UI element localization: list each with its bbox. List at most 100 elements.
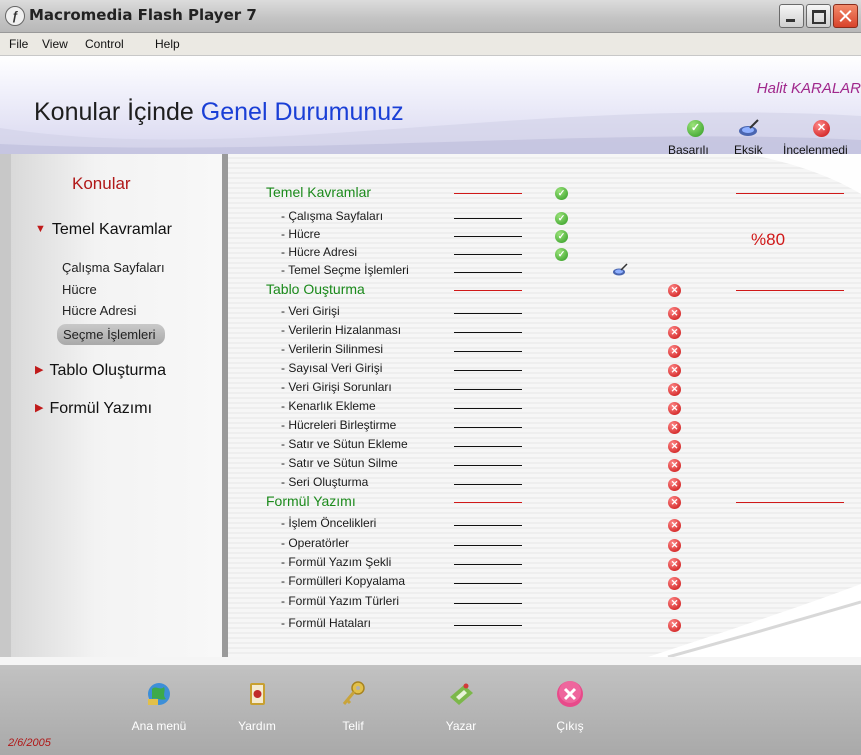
footer-bar: 2/6/2005 Ana menü Yardım Telif Yazar Çık… [0,657,861,755]
topics-sidebar: Konular ▼ Temel Kavramlar Çalışma Sayfala… [11,154,222,657]
topic-item: - Satır ve Sütun Ekleme [281,437,408,451]
topic-item: - Verilerin Hizalanması [281,323,402,337]
menu-bar: File View Control Help [0,33,861,56]
sidebar-item-hucre-adresi[interactable]: Hücre Adresi [62,303,136,318]
topic-line [454,351,522,352]
not-reviewed-status-icon: ✕ [668,440,681,453]
exit-label: Çıkış [556,719,584,733]
topic-item: - Formül Yazım Şekli [281,555,392,569]
not-reviewed-status-icon: ✕ [668,421,681,434]
category-summary-line [736,193,844,194]
sidebar-item-calisma-sayfalari[interactable]: Çalışma Sayfaları [62,260,165,275]
copyright-label: Telif [342,719,364,733]
key-icon [342,681,365,705]
minimize-button[interactable] [779,4,804,28]
success-status-icon: ✓ [555,248,568,261]
topic-line [454,465,522,466]
topic-item: - Verilerin Silinmesi [281,342,384,356]
window-title: Macromedia Flash Player 7 [29,6,257,24]
sidebar-item-secme-islemleri[interactable]: Seçme İşlemleri [57,324,166,345]
footer-strip [0,657,861,665]
not-reviewed-status-icon: ✕ [668,478,681,491]
title-bar[interactable]: ƒ Macromedia Flash Player 7 [0,0,861,33]
help-button[interactable]: Yardım [217,679,297,733]
topic-line [454,446,522,447]
not-reviewed-status-icon: ✕ [668,383,681,396]
author-name: Halit KARALAR [756,80,861,97]
topic-line [454,370,522,371]
author-icon [450,683,473,705]
topic-item: - Hücre Adresi [281,245,358,259]
topic-item: - Formülleri Kopyalama [281,574,406,588]
topic-line [454,254,522,255]
close-window-button[interactable] [833,4,858,28]
completion-percent: %80 [751,230,786,249]
category-summary-line [736,290,844,291]
topic-item: - Formül Yazım Türleri [281,594,400,608]
topic-item: - Operatörler [281,536,350,550]
sidebar-item-hucre[interactable]: Hücre [62,282,97,297]
topic-line [454,218,522,219]
not-reviewed-status-icon: ✕ [668,496,681,509]
author-button[interactable]: Yazar [421,679,501,733]
topic-item: - Hücreleri Birleştirme [281,418,397,432]
topic-line [454,408,522,409]
topic-line [454,603,522,604]
not-reviewed-status-icon: ✕ [668,364,681,377]
menu-help[interactable]: Help [155,37,180,51]
topic-item: - Veri Girişi [281,304,340,318]
exit-icon [557,681,583,707]
topic-line [454,583,522,584]
sidebar-section-temel-kavramlar[interactable]: ▼ Temel Kavramlar [35,221,172,239]
not-reviewed-status-icon: ✕ [668,558,681,571]
category-line [454,290,522,291]
missing-status-icon [613,263,628,276]
collapsed-arrow-icon: ▶ [35,402,44,414]
page-title: Konular İçinde Genel Durumunuz [34,98,404,127]
topic-line [454,484,522,485]
menu-file[interactable]: File [9,37,28,51]
date-label: 2/6/2005 [8,737,51,749]
not-reviewed-status-icon: ✕ [668,597,681,610]
topic-item: - İşlem Öncelikleri [281,516,377,530]
not-reviewed-status-icon: ✕ [668,459,681,472]
topic-item: - Veri Girişi Sorunları [281,380,392,394]
progress-panel: %80 Temel Kavramlar ✓ - Çalışma Sayfaları ✓… [228,154,861,657]
topic-item: - Seri Oluşturma [281,475,369,489]
flash-app-icon: ƒ [5,6,25,26]
main-menu-label: Ana menü [131,719,187,733]
topic-line [454,332,522,333]
page-title-highlight: Genel Durumunuz [200,98,404,126]
not-reviewed-status-icon: ✕ [668,619,681,632]
help-book-icon [250,683,265,705]
category-line [454,193,522,194]
category-heading: Tablo Ouşturma [266,281,365,297]
not-reviewed-status-icon: ✕ [668,307,681,320]
topic-item: - Formül Hataları [281,616,372,630]
author-label: Yazar [445,719,477,733]
topic-line [454,236,522,237]
category-line [454,502,522,503]
not-reviewed-status-icon: ✕ [668,284,681,297]
copyright-button[interactable]: Telif [313,679,393,733]
main-menu-button[interactable]: Ana menü [119,679,199,733]
topic-line [454,313,522,314]
maximize-button[interactable] [806,4,831,28]
success-status-icon: ✓ [555,187,568,200]
topic-line [454,525,522,526]
topic-line [454,272,522,273]
sidebar-section-tablo-olusturma[interactable]: ▶ Tablo Oluşturma [35,362,166,380]
menu-control[interactable]: Control [85,37,124,51]
topic-item: - Çalışma Sayfaları [281,209,384,223]
globe-icon [148,683,170,705]
category-heading: Formül Yazımı [266,493,356,509]
sidebar-section-formul-yazimi[interactable]: ▶ Formül Yazımı [35,400,152,418]
not-reviewed-icon: ✕ [813,120,830,137]
not-reviewed-status-icon: ✕ [668,326,681,339]
topic-item: - Hücre [281,227,321,241]
topic-item: - Sayısal Veri Girişi [281,361,383,375]
not-reviewed-status-icon: ✕ [668,402,681,415]
exit-button[interactable]: Çıkış [530,679,610,733]
menu-view[interactable]: View [42,37,68,51]
missing-icon [739,119,759,136]
